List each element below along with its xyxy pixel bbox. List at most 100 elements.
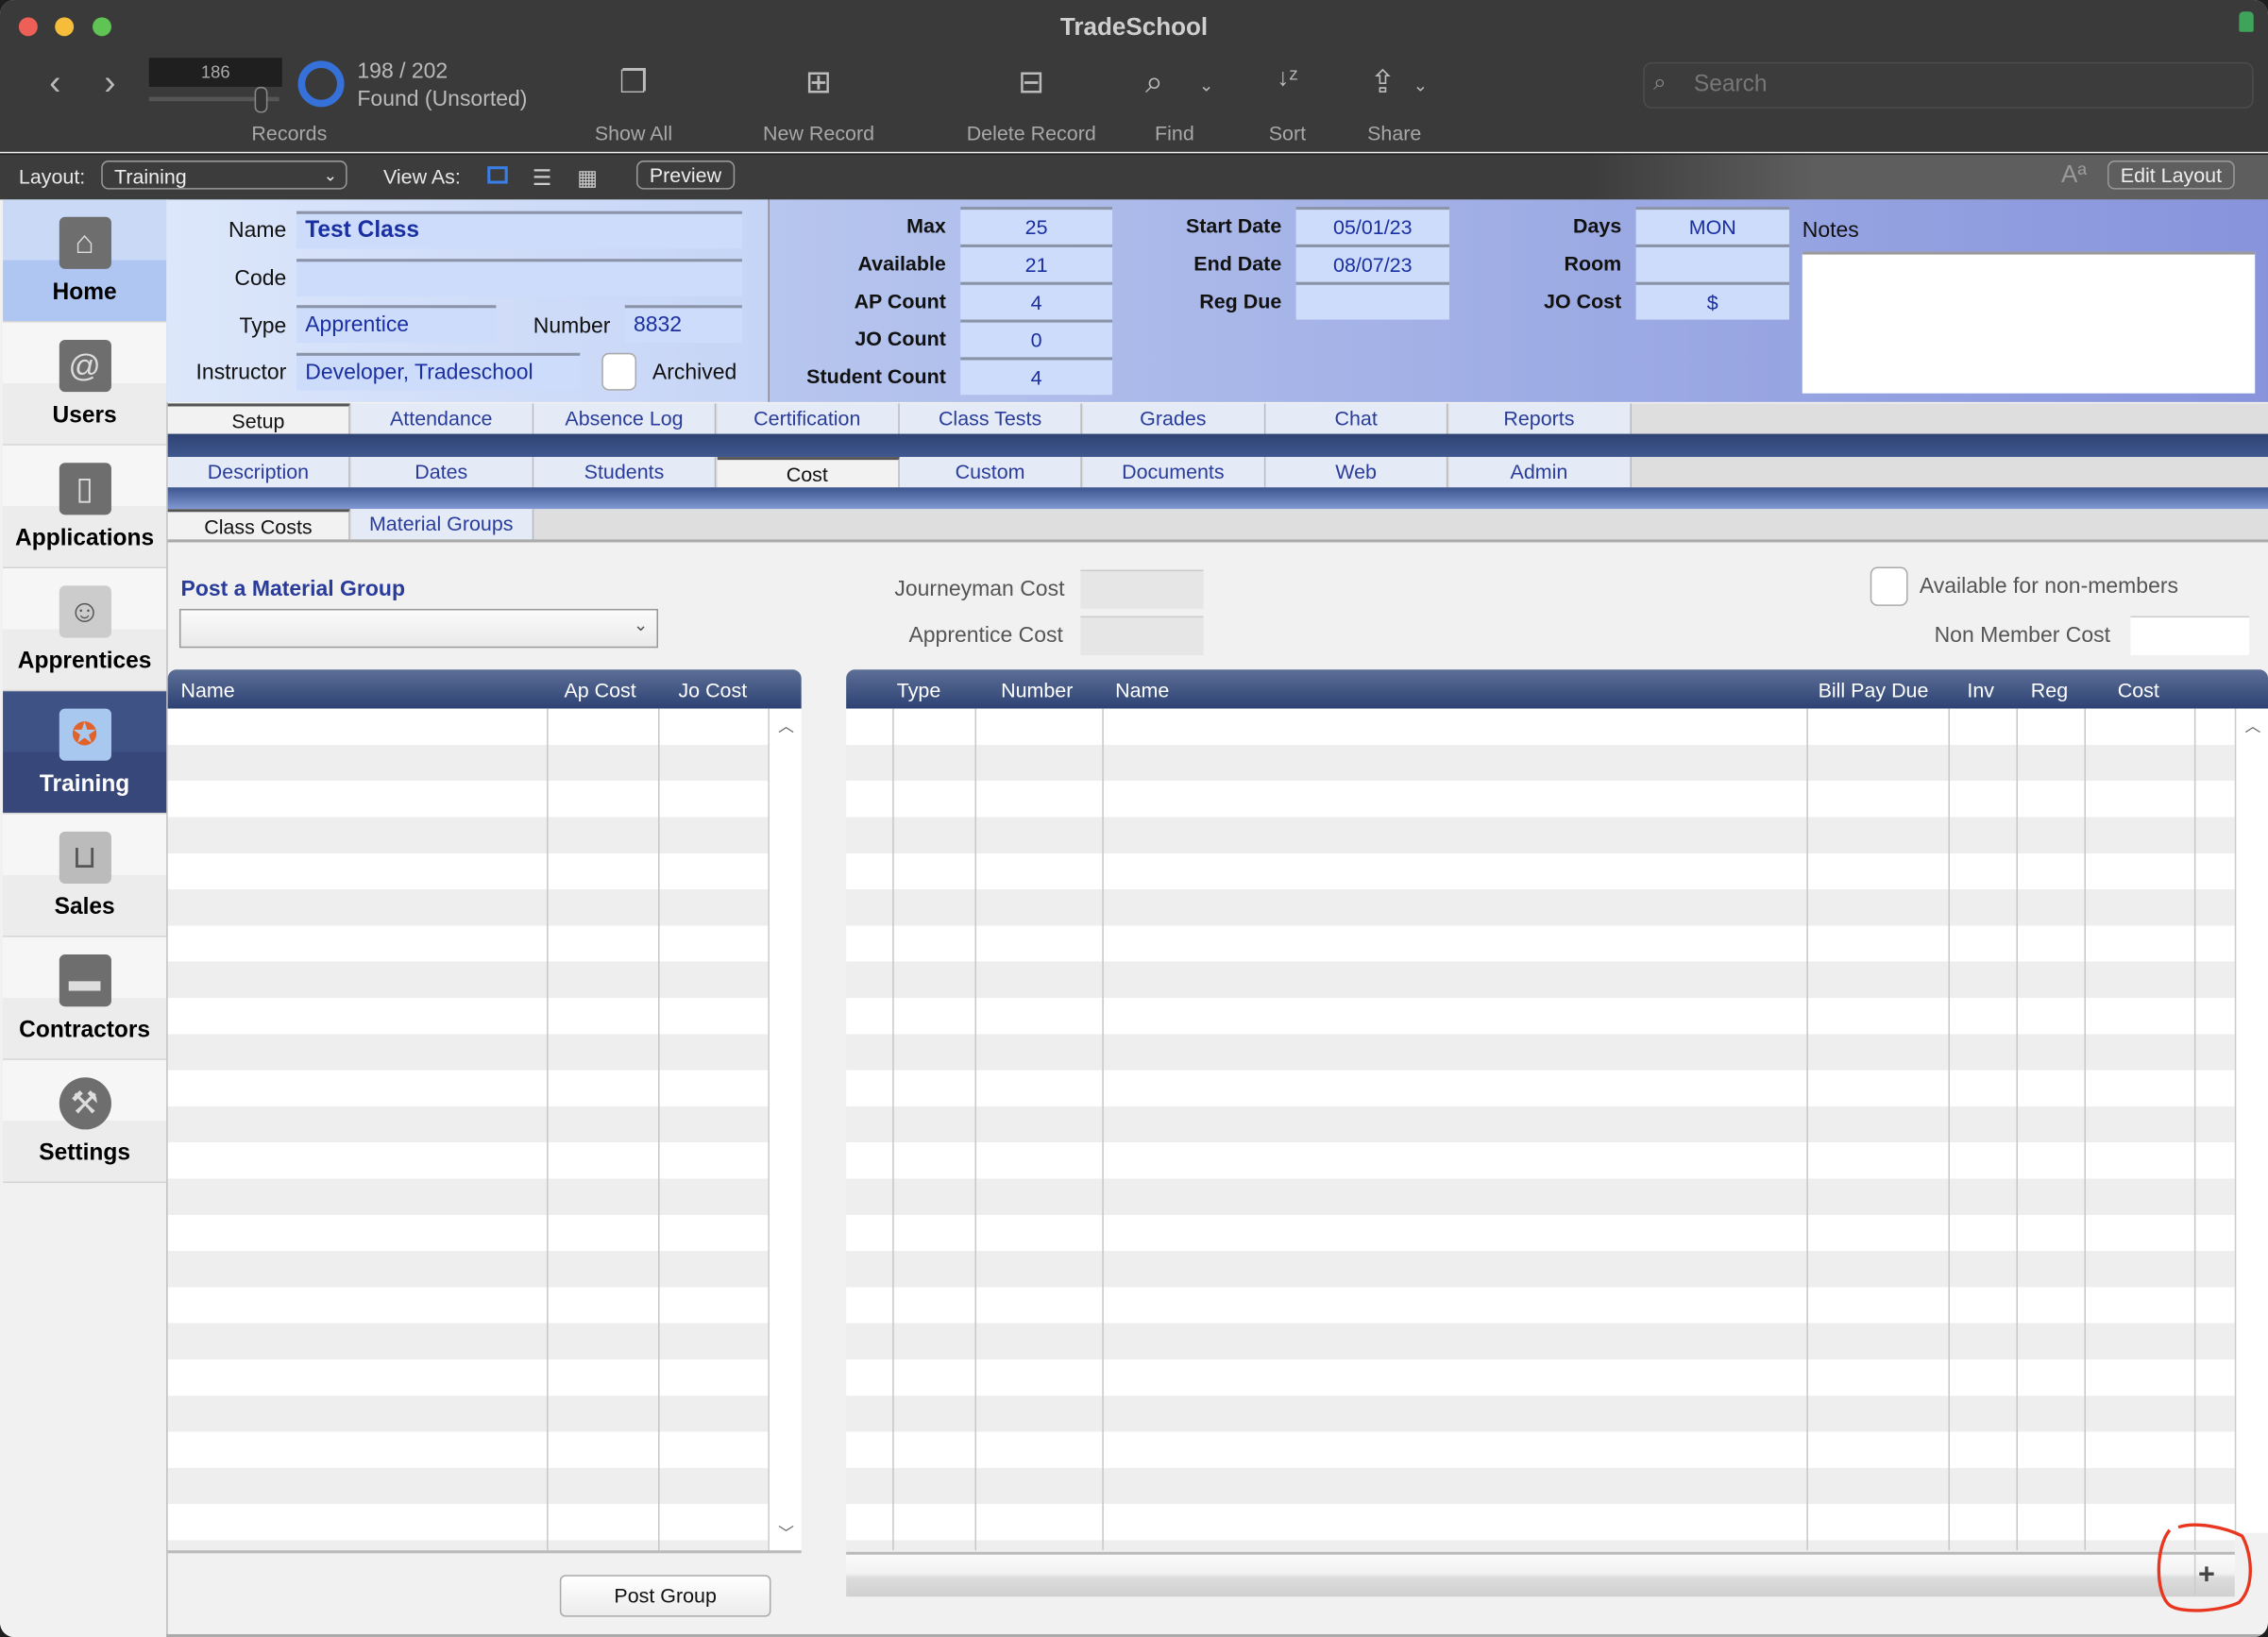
available-field[interactable]: 21 bbox=[960, 244, 1113, 282]
code-field[interactable] bbox=[296, 259, 742, 297]
tab-admin[interactable]: Admin bbox=[1448, 457, 1632, 488]
column-header-inv[interactable]: Inv bbox=[1967, 678, 1994, 701]
table-footer: + bbox=[846, 1551, 2235, 1597]
material-groups-table[interactable] bbox=[167, 708, 769, 1551]
next-record-icon[interactable]: › bbox=[95, 63, 125, 104]
previous-record-icon[interactable]: ‹ bbox=[41, 63, 70, 104]
show-all-icon[interactable]: ❐ bbox=[604, 63, 662, 101]
sidebar-item-settings[interactable]: ⚒ Settings bbox=[3, 1059, 167, 1184]
instructor-field[interactable]: Developer, Tradeschool bbox=[296, 352, 581, 391]
tab-custom[interactable]: Custom bbox=[899, 457, 1082, 488]
new-record-icon[interactable]: ⊞ bbox=[789, 63, 847, 101]
sidebar-item-applications[interactable]: ▯ Applications bbox=[3, 445, 167, 569]
column-header-bill-pay-due[interactable]: Bill Pay Due bbox=[1819, 678, 1929, 701]
days-field[interactable]: MON bbox=[1635, 207, 1789, 245]
preview-button[interactable]: Preview bbox=[636, 160, 735, 190]
type-field[interactable]: Apprentice bbox=[296, 305, 497, 344]
scroll-down-icon[interactable]: ﹀ bbox=[778, 1522, 794, 1545]
class-costs-table[interactable] bbox=[846, 708, 2235, 1551]
jo-cost-field[interactable]: $ bbox=[1635, 281, 1789, 320]
share-button[interactable]: Share bbox=[1351, 122, 1438, 145]
delete-record-button[interactable]: Delete Record bbox=[952, 122, 1111, 145]
record-number-field[interactable]: 186 bbox=[148, 58, 282, 87]
list-view-icon[interactable]: ☰ bbox=[533, 165, 552, 191]
column-header-ap-cost[interactable]: Ap Cost bbox=[564, 678, 635, 701]
name-field[interactable]: Test Class bbox=[296, 211, 742, 249]
archived-checkbox[interactable] bbox=[601, 352, 637, 391]
tab-class-costs[interactable]: Class Costs bbox=[167, 509, 350, 540]
scroll-up-icon[interactable]: ︿ bbox=[2245, 715, 2261, 738]
tab-attendance[interactable]: Attendance bbox=[350, 403, 533, 434]
available-nonmembers-checkbox[interactable] bbox=[1870, 566, 1908, 606]
ap-count-field[interactable]: 4 bbox=[960, 281, 1113, 320]
sidebar-item-training[interactable]: ✪ Training bbox=[3, 691, 167, 815]
left-table-scrollbar[interactable]: ︿ ﹀ bbox=[768, 708, 802, 1551]
edit-layout-button[interactable]: Edit Layout bbox=[2107, 160, 2235, 190]
sidebar-item-users[interactable]: @ Users bbox=[3, 322, 167, 446]
column-header-reg[interactable]: Reg bbox=[2031, 678, 2068, 701]
right-table-scrollbar[interactable]: ︿ bbox=[2234, 708, 2268, 1533]
end-date-field[interactable]: 08/07/23 bbox=[1295, 244, 1449, 282]
apprentice-cost-field[interactable] bbox=[1080, 616, 1204, 655]
journeyman-cost-field[interactable] bbox=[1080, 569, 1204, 609]
text-format-icon[interactable]: Aª bbox=[2061, 160, 2087, 190]
column-header-type[interactable]: Type bbox=[897, 678, 941, 701]
start-date-field[interactable]: 05/01/23 bbox=[1295, 207, 1449, 245]
non-member-cost-field[interactable] bbox=[2130, 616, 2250, 655]
reg-due-field[interactable] bbox=[1295, 281, 1449, 320]
lock-icon bbox=[2239, 11, 2254, 32]
sort-button[interactable]: Sort bbox=[1250, 122, 1326, 145]
sort-icon[interactable]: ↓ᶻ bbox=[1261, 63, 1313, 93]
tab-web[interactable]: Web bbox=[1265, 457, 1448, 488]
search-input[interactable]: ⌕ Search bbox=[1643, 61, 2254, 109]
room-field[interactable] bbox=[1635, 244, 1789, 282]
tab-material-groups[interactable]: Material Groups bbox=[350, 509, 533, 540]
tab-students[interactable]: Students bbox=[533, 457, 717, 488]
form-view-icon[interactable] bbox=[487, 166, 508, 184]
sidebar-item-home[interactable]: ⌂ Home bbox=[3, 199, 167, 323]
find-icon[interactable]: ⌕ bbox=[1128, 63, 1180, 101]
column-header-name[interactable]: Name bbox=[180, 678, 234, 701]
tab-setup[interactable]: Setup bbox=[167, 403, 350, 434]
sidebar-item-sales[interactable]: ⊔ Sales bbox=[3, 814, 167, 937]
material-group-select[interactable]: ⌄ bbox=[178, 608, 659, 649]
sidebar-item-apprentices[interactable]: ☺ Apprentices bbox=[3, 568, 167, 692]
layout-select[interactable]: Training ⌄ bbox=[101, 160, 347, 190]
tab-cost[interactable]: Cost bbox=[717, 457, 900, 488]
tab-grades[interactable]: Grades bbox=[1082, 403, 1265, 434]
number-field[interactable]: 8832 bbox=[624, 305, 742, 344]
share-icon[interactable]: ⇪ bbox=[1357, 63, 1409, 101]
find-dropdown-icon[interactable]: ⌄ bbox=[1194, 76, 1218, 95]
tab-documents[interactable]: Documents bbox=[1082, 457, 1265, 488]
table-view-icon[interactable]: ▦ bbox=[577, 165, 598, 191]
tab-description[interactable]: Description bbox=[167, 457, 350, 488]
delete-record-icon[interactable]: ⊟ bbox=[1003, 63, 1060, 101]
scroll-up-icon[interactable]: ︿ bbox=[778, 715, 794, 738]
post-material-group-title: Post a Material Group bbox=[180, 577, 406, 602]
max-field[interactable]: 25 bbox=[960, 207, 1113, 245]
tab-dates[interactable]: Dates bbox=[350, 457, 533, 488]
found-set-pie-icon bbox=[297, 60, 345, 108]
tab-certification[interactable]: Certification bbox=[717, 403, 900, 434]
sidebar-item-label: Home bbox=[52, 280, 117, 306]
share-dropdown-icon[interactable]: ⌄ bbox=[1409, 76, 1432, 95]
slider-handle[interactable] bbox=[254, 86, 268, 113]
show-all-button[interactable]: Show All bbox=[576, 122, 692, 145]
record-stats: Max 25 Available 21 AP Count 4 JO Count … bbox=[768, 199, 2268, 402]
tab-reports[interactable]: Reports bbox=[1448, 403, 1632, 434]
new-record-button[interactable]: New Record bbox=[746, 122, 890, 145]
tab-class-tests[interactable]: Class Tests bbox=[899, 403, 1082, 434]
column-header-number[interactable]: Number bbox=[1001, 678, 1073, 701]
tab-absence-log[interactable]: Absence Log bbox=[533, 403, 717, 434]
find-button[interactable]: Find bbox=[1137, 122, 1212, 145]
student-count-field[interactable]: 4 bbox=[960, 357, 1113, 396]
tab-chat[interactable]: Chat bbox=[1265, 403, 1448, 434]
column-header-jo-cost[interactable]: Jo Cost bbox=[678, 678, 747, 701]
notes-field[interactable] bbox=[1802, 251, 2256, 394]
post-group-button[interactable]: Post Group bbox=[559, 1575, 771, 1617]
sidebar-item-contractors[interactable]: ▬ Contractors bbox=[3, 937, 167, 1060]
column-header-cost[interactable]: Cost bbox=[2118, 678, 2159, 701]
records-label: Records bbox=[251, 121, 328, 145]
column-header-name[interactable]: Name bbox=[1115, 678, 1169, 701]
jo-count-field[interactable]: 0 bbox=[960, 319, 1113, 358]
